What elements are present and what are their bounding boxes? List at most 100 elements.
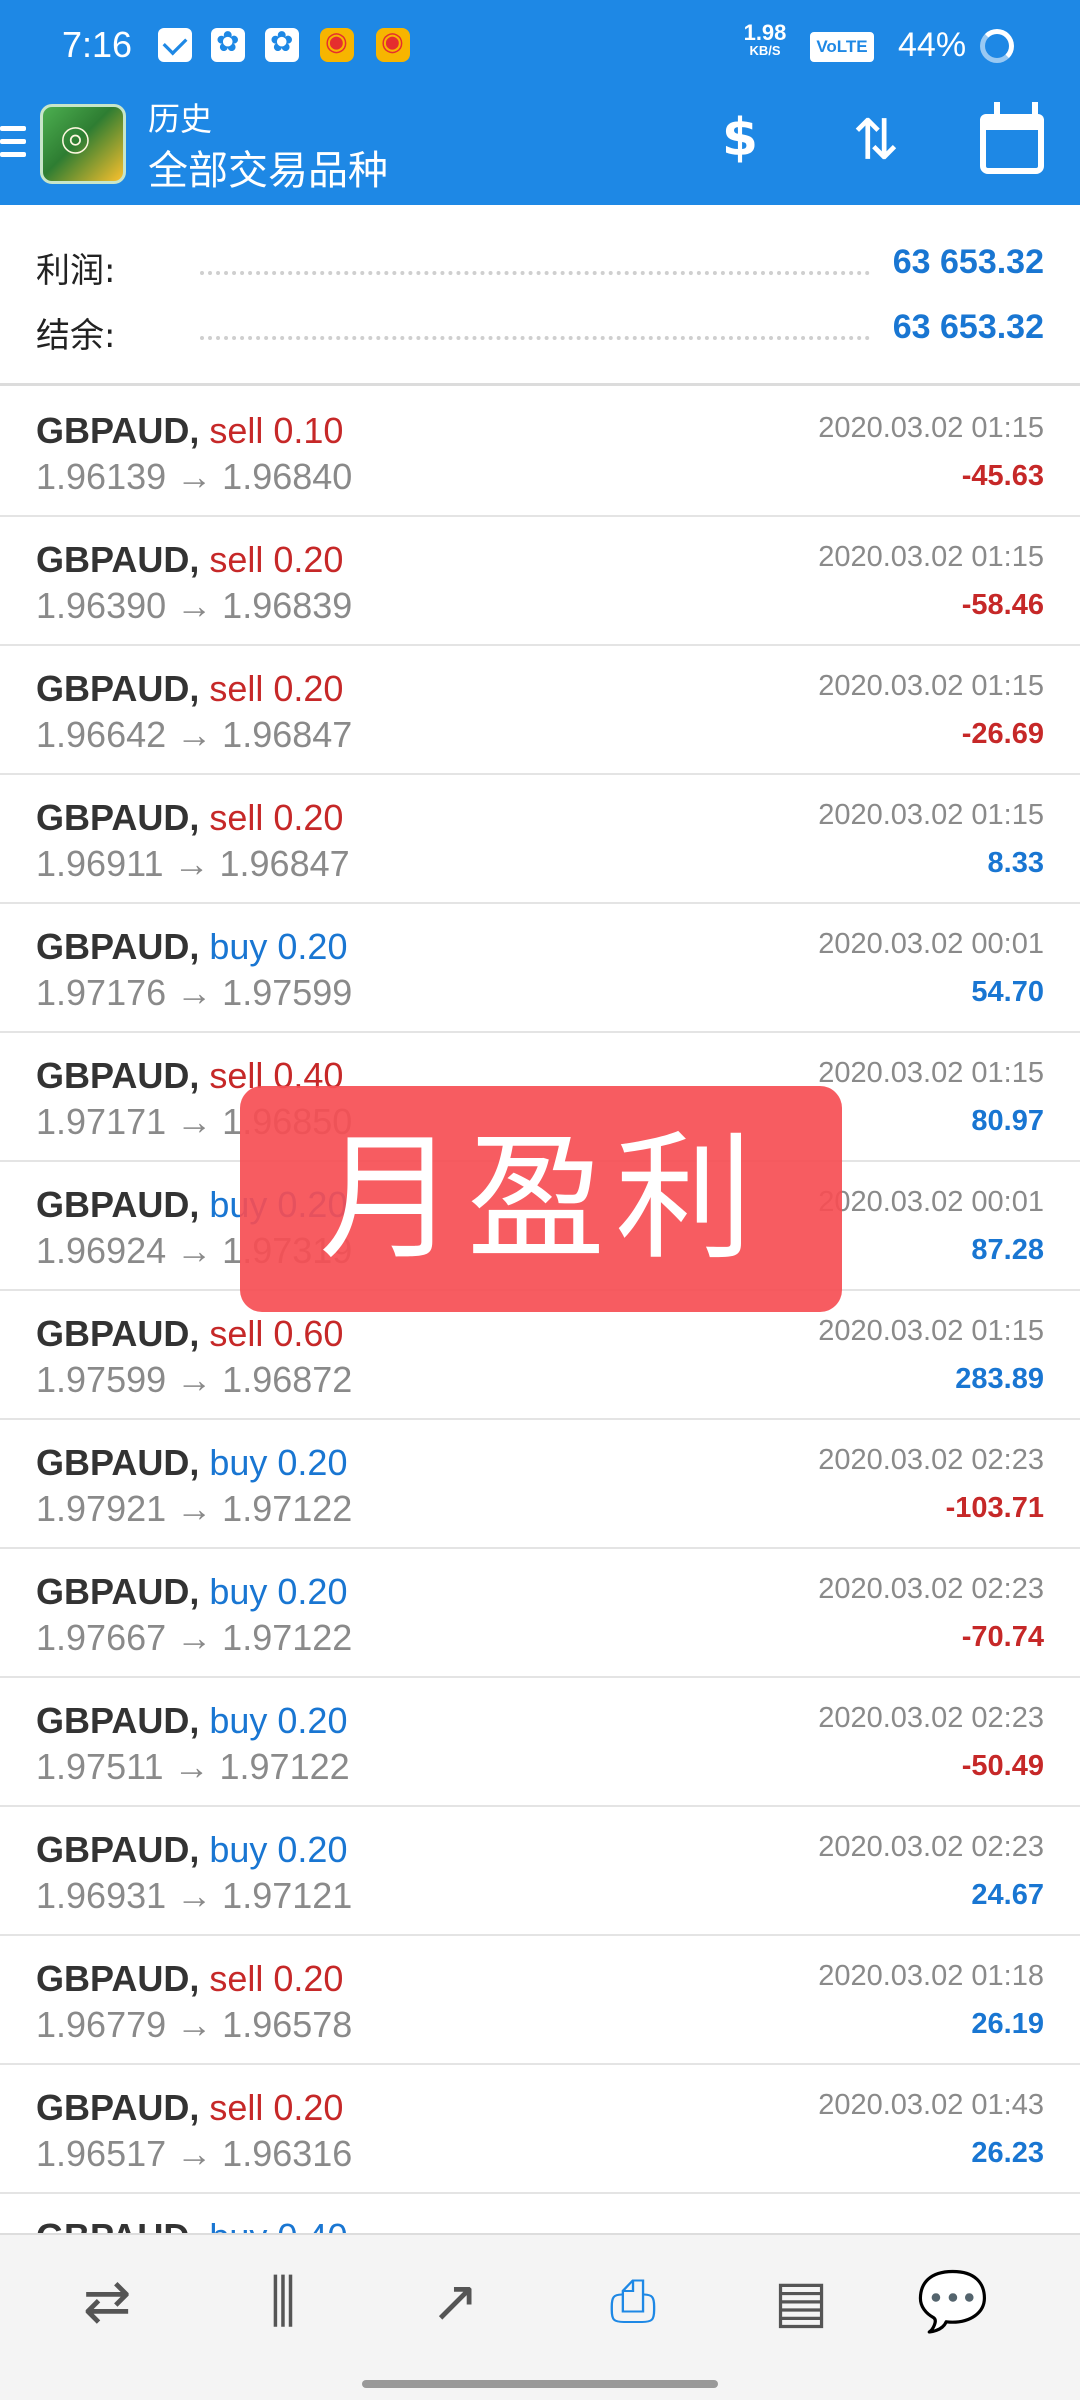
deal-profit: -103.71 [945,1492,1044,1524]
price-arrow: → [176,456,213,497]
price-arrow: → [173,1746,210,1787]
deal-symbol: GBPAUD, buy 0.20 [36,1829,347,1871]
deal-open-price: 1.96390 [36,585,167,626]
deal-close-price: 1.96847 [222,714,353,755]
deal-symbol: GBPAUD, sell 0.60 [36,1313,343,1355]
deal-close-price: 1.97122 [222,1617,353,1658]
deal-symbol-name: GBPAUD, [36,1184,200,1225]
deal-close-price: 1.97121 [222,1875,353,1916]
deal-open-price: 1.96779 [36,2004,167,2045]
deal-row[interactable]: GBPAUD, buy 0.40 [0,2194,1080,2233]
deal-datetime: 2020.03.02 02:23 [818,1831,1044,1863]
deal-row[interactable]: GBPAUD, buy 0.20 1.97921 → 1.97122 2020.03… [0,1420,1080,1549]
deal-side-volume: sell 0.20 [209,1958,344,1999]
deal-symbol: GBPAUD, buy 0.20 [36,1571,347,1613]
deal-symbol-name: GBPAUD, [36,1829,200,1870]
deal-row[interactable]: GBPAUD, sell 0.20 1.96517 → 1.96316 2020.0… [0,2065,1080,2194]
deal-row[interactable]: GBPAUD, buy 0.20 1.97176 → 1.97599 2020.03… [0,904,1080,1033]
deal-open-price: 1.96642 [36,714,167,755]
deal-symbol-name: GBPAUD, [36,1313,200,1354]
deal-symbol-name: GBPAUD, [36,1571,200,1612]
deal-datetime: 2020.03.02 01:18 [818,1960,1044,1992]
chat-bubble-icon[interactable]: 💬 [898,2261,1008,2341]
candlestick-chart-icon[interactable]: ⫼ [228,2261,338,2341]
battery-percent: 44% [898,26,967,64]
deal-profit: 8.33 [987,847,1044,879]
deal-profit: -26.69 [961,718,1044,750]
symbol-filter[interactable]: 全部交易品种 [148,138,388,196]
deal-datetime: 2020.03.02 00:01 [818,1186,1044,1218]
profit-label: 利润: [36,251,116,291]
deal-row[interactable]: GBPAUD, buy 0.20 1.97511 → 1.97122 2020.03… [0,1678,1080,1807]
profit-row: 利润: 63 653.32 [36,235,1044,295]
deal-row[interactable]: GBPAUD, buy 0.20 1.97667 → 1.97122 2020.03… [0,1549,1080,1678]
deal-symbol-name: GBPAUD, [36,410,200,451]
deal-side-volume: buy 0.40 [209,2216,347,2233]
balance-row: 结余: 63 653.32 [36,300,1044,360]
deal-close-price: 1.97599 [222,972,353,1013]
deal-row[interactable]: GBPAUD, sell 0.20 1.96390 → 1.96839 2020.0… [0,517,1080,646]
deal-side-volume: sell 0.20 [209,2087,344,2128]
deal-symbol: GBPAUD, buy 0.40 [36,2216,347,2233]
news-icon[interactable]: ▤ [746,2261,856,2341]
deal-symbol-name: GBPAUD, [36,539,200,580]
deal-symbol-name: GBPAUD, [36,1700,200,1741]
deal-symbol: GBPAUD, buy 0.20 [36,926,347,968]
deal-side-volume: buy 0.20 [209,1829,348,1870]
price-arrow: → [176,1101,213,1142]
deal-prices: 1.97599 → 1.96872 [36,1359,352,1401]
top-bar: 7:16 1.98 KB/S VoLTE 44% 历史 全部交易品种 $ ⇅ [0,0,1080,205]
history-inbox-icon[interactable]: ⎙ [578,2261,688,2341]
network-speed-value: 1.98 [743,20,787,45]
price-arrow: → [176,1359,213,1400]
deal-side-volume: sell 0.10 [209,410,344,451]
price-arrow: → [176,2004,213,2045]
page-title: 历史 [148,100,213,138]
profit-value: 63 653.32 [892,243,1044,281]
deal-symbol-name: GBPAUD, [36,1442,200,1483]
calendar-icon[interactable] [980,102,1044,174]
history-summary: 利润: 63 653.32 结余: 63 653.32 [0,205,1080,386]
deal-open-price: 1.96931 [36,1875,167,1916]
deal-symbol: GBPAUD, buy 0.20 [36,1700,347,1742]
sort-icon[interactable]: ⇅ [838,108,914,173]
deal-row[interactable]: GBPAUD, sell 0.20 1.96779 → 1.96578 2020.0… [0,1936,1080,2065]
deal-symbol-name: GBPAUD, [36,668,200,709]
deal-datetime: 2020.03.02 01:15 [818,1315,1044,1347]
gesture-bar[interactable] [362,2380,718,2388]
deal-prices: 1.96779 → 1.96578 [36,2004,352,2046]
deal-side-volume: buy 0.20 [209,1571,348,1612]
deal-side-volume: buy 0.20 [209,926,348,967]
deal-symbol-name: GBPAUD, [36,926,200,967]
dotted-leader [200,271,870,275]
deal-datetime: 2020.03.02 02:23 [818,1444,1044,1476]
deal-open-price: 1.96517 [36,2133,167,2174]
deal-datetime: 2020.03.02 01:15 [818,412,1044,444]
currency-exchange-icon[interactable]: $ [702,108,778,168]
status-time: 7:16 [62,24,133,65]
deal-prices: 1.97921 → 1.97122 [36,1488,352,1530]
deal-profit: -45.63 [961,460,1044,492]
deal-side-volume: sell 0.60 [209,1313,344,1354]
quotes-arrows-icon[interactable]: ⇄ [52,2261,162,2341]
status-bar: 7:16 1.98 KB/S VoLTE 44% [0,0,1080,94]
deal-open-price: 1.97599 [36,1359,167,1400]
deal-open-price: 1.97176 [36,972,167,1013]
deal-row[interactable]: GBPAUD, buy 0.20 1.96931 → 1.97121 2020.03… [0,1807,1080,1936]
deal-close-price: 1.96847 [219,843,350,884]
price-arrow: → [176,2133,213,2174]
price-arrow: → [176,714,213,755]
deal-side-volume: buy 0.20 [209,1700,348,1741]
deal-close-price: 1.97122 [219,1746,350,1787]
trade-trend-icon[interactable]: ↗ [400,2261,510,2341]
deal-row[interactable]: GBPAUD, sell 0.20 1.96642 → 1.96847 2020.0… [0,646,1080,775]
deal-prices: 1.97511 → 1.97122 [36,1746,350,1788]
deal-row[interactable]: GBPAUD, sell 0.10 1.96139 → 1.96840 2020.0… [0,388,1080,517]
deal-row[interactable]: GBPAUD, sell 0.20 1.96911 → 1.96847 2020.0… [0,775,1080,904]
menu-icon[interactable] [0,126,26,160]
deal-profit: 87.28 [971,1234,1044,1266]
deal-symbol-name: GBPAUD, [36,2216,199,2233]
app-logo [40,104,126,184]
deal-profit: 26.23 [971,2137,1044,2169]
dotted-leader [200,336,870,340]
